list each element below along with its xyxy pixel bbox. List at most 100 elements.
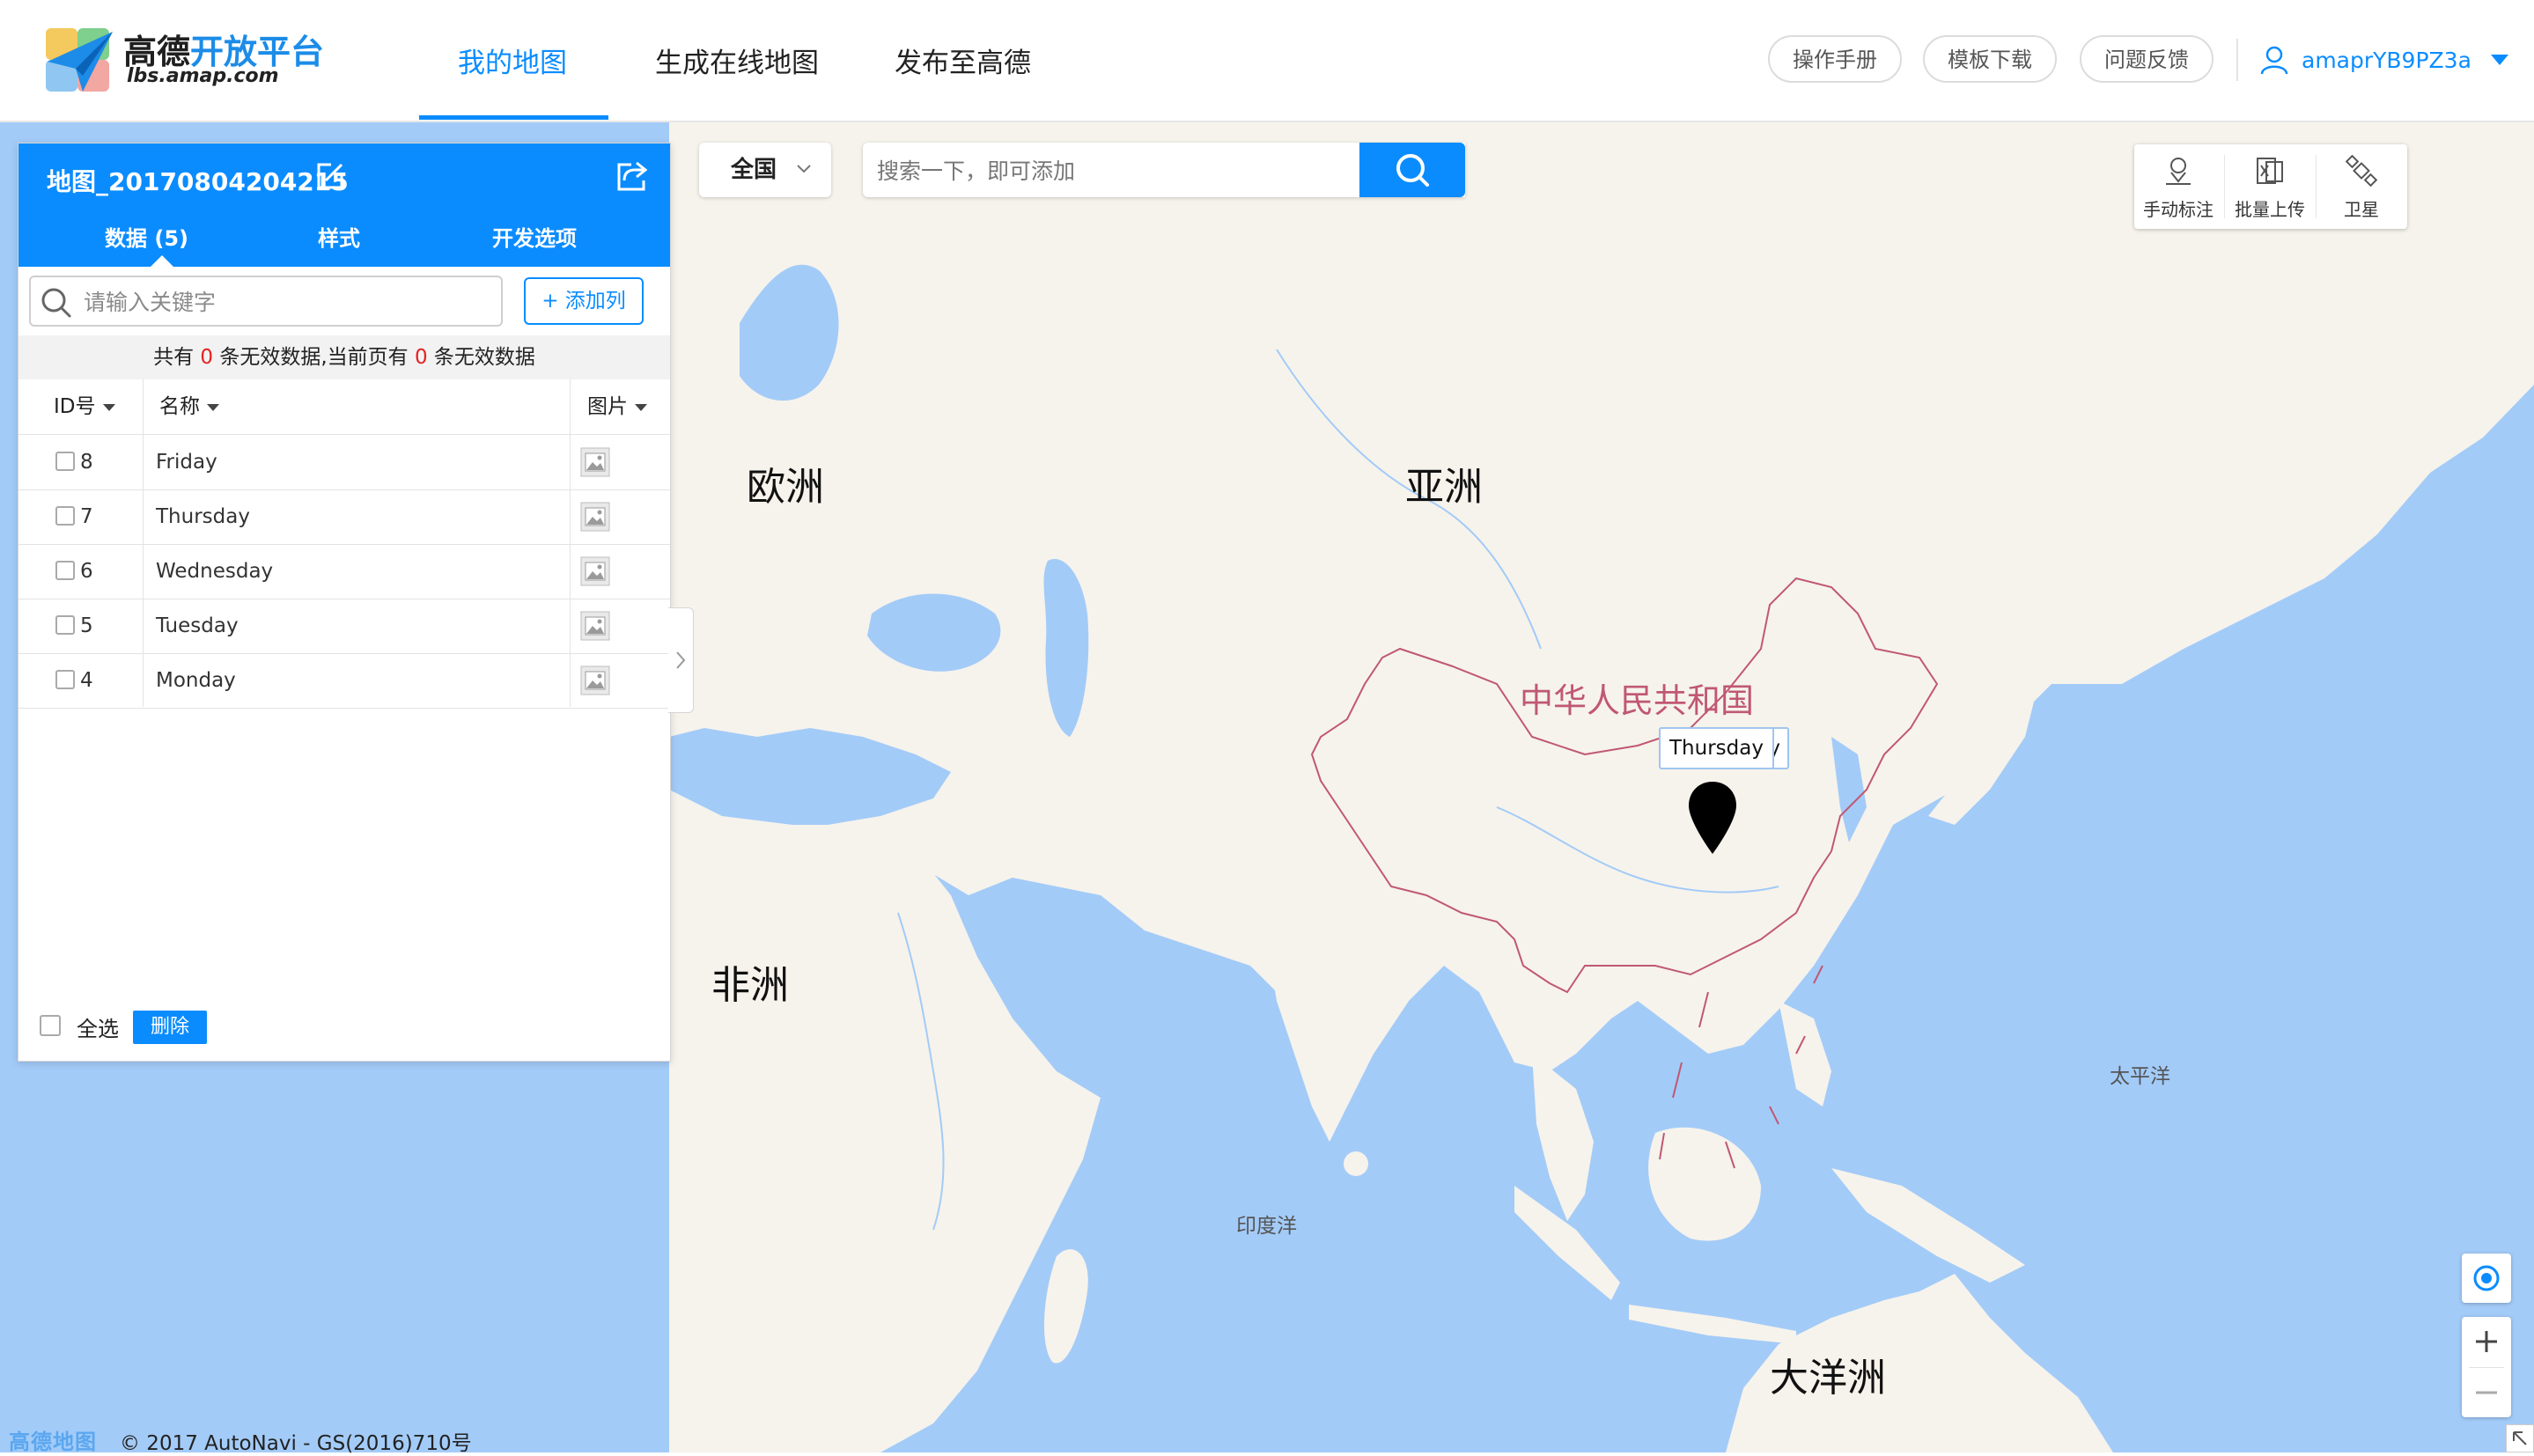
tool-divider [2224, 155, 2225, 218]
label-china: 中华人民共和国 [1520, 681, 1755, 720]
map-search-input[interactable] [875, 151, 1301, 190]
invalid-data-notice: 共有 0 条无效数据,当前页有 0 条无效数据 [18, 335, 670, 379]
share-icon[interactable] [614, 158, 649, 193]
row-name: Tuesday [156, 614, 239, 637]
region-select[interactable]: 全国 [699, 143, 831, 197]
nav-my-maps[interactable]: 我的地图 [458, 40, 567, 80]
nav-publish-to-amap[interactable]: 发布至高德 [895, 40, 1031, 80]
table-row[interactable]: 4 Monday [18, 653, 670, 709]
row-id: 5 [80, 614, 93, 637]
row-checkbox[interactable] [55, 561, 75, 580]
row-id: 8 [80, 451, 93, 474]
row-name: Thursday [156, 505, 250, 528]
overview-toggle[interactable] [2506, 1424, 2534, 1452]
excel-upload-icon [2257, 158, 2283, 184]
manual-button[interactable]: 操作手册 [1768, 35, 1902, 83]
manual-mark-label: 手动标注 [2143, 199, 2214, 220]
zoom-in-button[interactable] [2462, 1317, 2511, 1366]
person-pin-icon [2166, 158, 2191, 185]
add-column-button[interactable]: + 添加列 [524, 277, 644, 325]
select-all-label: 全选 [77, 1017, 119, 1041]
tab-data[interactable]: 数据 (5) [105, 221, 188, 252]
data-panel: 地图_20170804204215 数据 (5) 样式 开发选项 + 添加列 共… [18, 143, 671, 1062]
user-icon [2260, 46, 2288, 75]
image-icon[interactable] [580, 502, 610, 532]
label-africa: 非洲 [711, 963, 789, 1008]
table-header: ID号 名称 图片 [18, 379, 670, 435]
sort-caret-icon [102, 403, 115, 411]
select-all-checkbox[interactable] [40, 1015, 61, 1036]
column-header-name[interactable]: 名称 [159, 379, 219, 434]
column-header-id[interactable]: ID号 [54, 379, 115, 434]
label-indian-ocean: 印度洋 [1236, 1215, 1297, 1238]
new-guinea [1831, 1168, 2025, 1283]
delete-button[interactable]: 删除 [133, 1011, 207, 1044]
sort-caret-icon [635, 403, 647, 411]
user-menu[interactable]: amaprYB9PZ3a [2259, 39, 2508, 81]
image-icon[interactable] [580, 665, 610, 695]
zoom-out-button[interactable] [2462, 1368, 2511, 1417]
row-checkbox[interactable] [55, 506, 75, 526]
nav-generate-online-map[interactable]: 生成在线地图 [655, 40, 819, 80]
tab-style[interactable]: 样式 [318, 221, 360, 252]
map-search-button[interactable] [1359, 143, 1465, 197]
column-header-image[interactable]: 图片 [587, 379, 647, 434]
label-pacific-ocean: 太平洋 [2110, 1065, 2170, 1088]
row-name: Monday [156, 669, 236, 692]
feedback-button[interactable]: 问题反馈 [2080, 35, 2214, 83]
search-icon [41, 288, 71, 318]
panel-header: 地图_20170804204215 数据 (5) 样式 开发选项 [18, 143, 670, 267]
satellite-icon [2346, 155, 2377, 187]
image-icon[interactable] [580, 611, 610, 641]
zoom-control [2462, 1317, 2511, 1417]
row-id: 6 [80, 560, 93, 583]
template-download-button[interactable]: 模板下载 [1923, 35, 2057, 83]
malay-peninsula [1532, 1054, 1594, 1221]
table-row[interactable]: 6 Wednesday [18, 544, 670, 599]
chevron-down-icon [797, 165, 811, 173]
batch-upload-label: 批量上传 [2235, 199, 2305, 220]
row-checkbox[interactable] [55, 452, 75, 471]
header-divider [2236, 39, 2238, 81]
chevron-right-icon [676, 651, 686, 669]
chevron-down-icon [2490, 55, 2508, 65]
marker-label[interactable]: Thursday [1659, 727, 1774, 769]
image-icon[interactable] [580, 447, 610, 477]
amap-logo[interactable]: 高德开放平台 lbs.amap.com [42, 23, 333, 97]
collapse-panel-handle[interactable] [668, 607, 694, 713]
minus-icon [2476, 1391, 2497, 1394]
keyword-search-input[interactable] [82, 283, 490, 321]
row-name: Wednesday [156, 560, 274, 583]
landmass-africa [669, 790, 1101, 1452]
username: amaprYB9PZ3a [2302, 47, 2471, 73]
borneo [1648, 1127, 1761, 1241]
table-row[interactable]: 7 Thursday [18, 489, 670, 545]
tab-dev-options[interactable]: 开发选项 [492, 221, 577, 252]
locate-button[interactable] [2462, 1254, 2511, 1303]
row-checkbox[interactable] [55, 670, 75, 689]
table-row[interactable]: 5 Tuesday [18, 599, 670, 654]
row-id: 4 [80, 669, 93, 692]
java [1629, 1305, 1796, 1344]
invalid-total-count: 0 [200, 346, 214, 369]
satellite-tool[interactable]: 卫星 [2317, 144, 2405, 229]
table-row[interactable]: 8 Friday [18, 435, 670, 490]
map-pin-icon[interactable] [1685, 780, 1740, 856]
row-checkbox[interactable] [55, 615, 75, 635]
edit-icon[interactable] [313, 159, 347, 193]
keyword-search-box [29, 276, 503, 327]
label-asia: 亚洲 [1405, 465, 1483, 510]
label-oceania: 大洋洲 [1770, 1356, 1886, 1401]
active-nav-indicator [419, 115, 608, 120]
manual-mark-tool[interactable]: 手动标注 [2134, 144, 2222, 229]
image-icon[interactable] [580, 556, 610, 586]
batch-upload-tool[interactable]: 批量上传 [2226, 144, 2314, 229]
map-toolbox: 手动标注 批量上传 卫星 [2134, 144, 2407, 229]
copyright-text: © 2017 AutoNavi - GS(2016)710号 [120, 1432, 472, 1455]
tool-divider [2316, 155, 2317, 218]
madagascar [1043, 1249, 1088, 1364]
top-header: 高德开放平台 lbs.amap.com 我的地图 生成在线地图 发布至高德 操作… [0, 0, 2534, 122]
row-name: Friday [156, 451, 217, 474]
satellite-label: 卫星 [2344, 199, 2379, 220]
search-icon [1396, 154, 1429, 187]
